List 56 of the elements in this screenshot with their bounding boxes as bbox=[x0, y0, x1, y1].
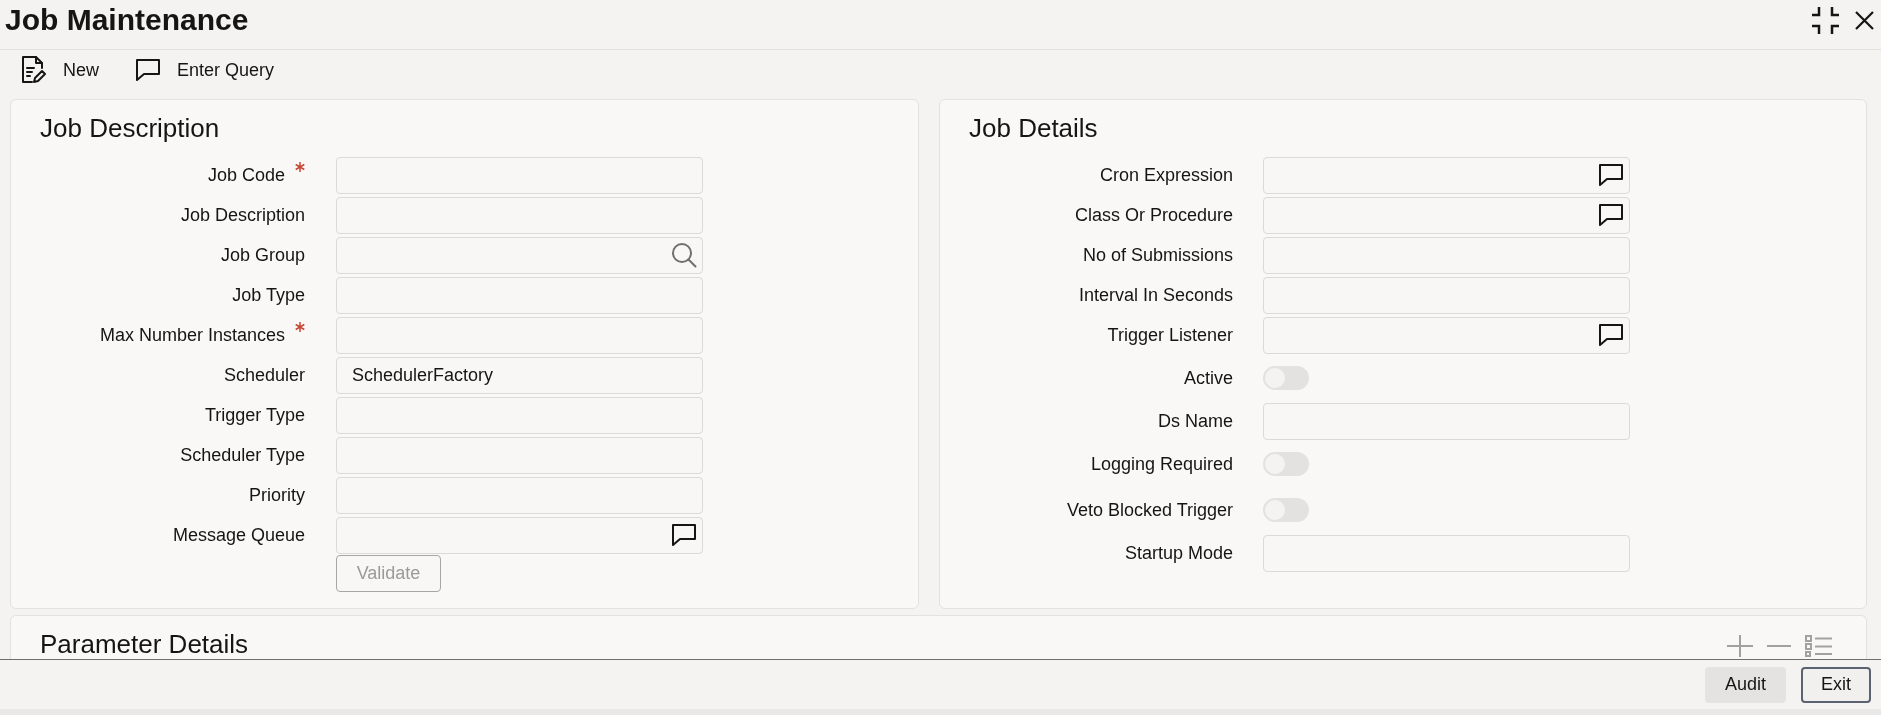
field-label: Job Description bbox=[180, 204, 305, 227]
field-label: Ds Name bbox=[1158, 410, 1233, 433]
input-field[interactable] bbox=[336, 516, 703, 554]
audit-button[interactable]: Audit bbox=[1704, 666, 1786, 703]
field-label: Job Code bbox=[207, 164, 285, 187]
input-field[interactable] bbox=[1263, 276, 1630, 314]
field-label: Job Type bbox=[232, 284, 305, 307]
field-label: Active bbox=[1183, 367, 1233, 390]
input-field[interactable] bbox=[336, 316, 703, 354]
input-field[interactable] bbox=[1263, 534, 1630, 572]
field-label: Trigger Listener bbox=[1107, 324, 1233, 347]
field-label: Priority bbox=[249, 484, 305, 507]
speech-bubble-icon[interactable] bbox=[671, 522, 697, 547]
enter-query-button[interactable]: Enter Query bbox=[135, 56, 275, 84]
input-field[interactable] bbox=[1263, 196, 1630, 234]
input-field[interactable] bbox=[336, 236, 703, 274]
speech-bubble-icon[interactable] bbox=[1598, 322, 1624, 347]
input-field[interactable] bbox=[336, 436, 703, 474]
input-field[interactable] bbox=[336, 156, 703, 194]
field-label: Veto Blocked Trigger bbox=[1066, 499, 1233, 522]
field-label: Startup Mode bbox=[1124, 542, 1233, 565]
close-icon[interactable] bbox=[1855, 10, 1874, 30]
speech-bubble-icon[interactable] bbox=[1598, 202, 1624, 227]
input-field[interactable] bbox=[1263, 316, 1630, 354]
plus-icon[interactable] bbox=[1727, 635, 1753, 657]
search-icon[interactable] bbox=[671, 241, 697, 268]
exit-button[interactable]: Exit bbox=[1801, 666, 1871, 703]
input-field[interactable]: SchedulerFactory bbox=[336, 356, 703, 394]
section-heading: Job Details bbox=[968, 113, 1099, 143]
collapse-icon[interactable] bbox=[1811, 5, 1840, 35]
field-label: Scheduler Type bbox=[180, 444, 305, 467]
input-field[interactable] bbox=[336, 396, 703, 434]
field-label: Logging Required bbox=[1090, 453, 1233, 476]
field-label: Scheduler bbox=[223, 364, 305, 387]
input-field[interactable] bbox=[1263, 156, 1630, 194]
new-button[interactable]: New bbox=[21, 56, 99, 84]
list-icon[interactable] bbox=[1805, 635, 1832, 657]
field-label: Job Group bbox=[220, 244, 305, 267]
speech-bubble-icon[interactable] bbox=[1598, 162, 1624, 187]
field-label: No of Submissions bbox=[1082, 244, 1233, 267]
document-edit-icon[interactable] bbox=[21, 56, 47, 84]
field-label: Message Queue bbox=[172, 524, 305, 547]
field-label: Class Or Procedure bbox=[1074, 204, 1233, 227]
input-field[interactable] bbox=[336, 276, 703, 314]
field-label: Trigger Type bbox=[204, 404, 305, 427]
input-field[interactable] bbox=[1263, 402, 1630, 440]
field-label: Cron Expression bbox=[1099, 164, 1233, 187]
window-title: Job Maintenance bbox=[5, 2, 249, 38]
section-heading: Parameter Details bbox=[39, 629, 249, 659]
speech-bubble-icon[interactable] bbox=[135, 58, 161, 82]
section-heading: Job Description bbox=[39, 113, 221, 143]
field-label: Interval In Seconds bbox=[1078, 284, 1233, 307]
input-field[interactable] bbox=[336, 476, 703, 514]
input-field[interactable] bbox=[1263, 236, 1630, 274]
field-label: Max Number Instances bbox=[99, 324, 285, 347]
input-field[interactable] bbox=[336, 196, 703, 234]
